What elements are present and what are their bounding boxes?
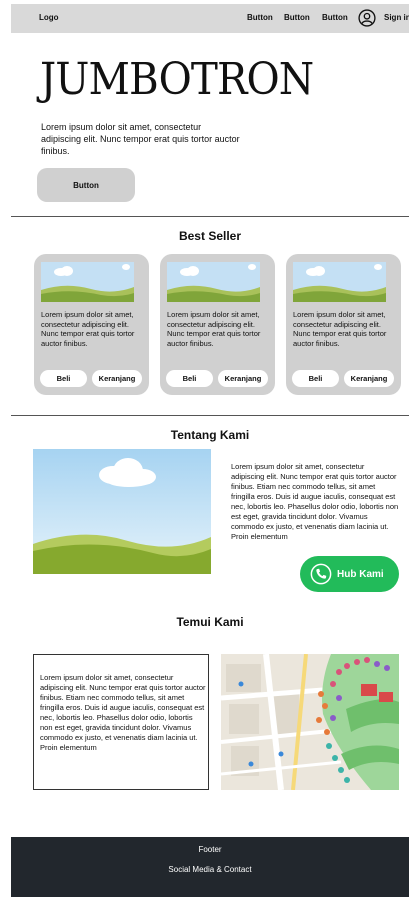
buy-button[interactable]: Beli bbox=[40, 370, 87, 387]
best-seller-title: Best Seller bbox=[178, 229, 242, 243]
navbar: Logo Button Button Button Sign in bbox=[11, 4, 409, 33]
buy-button[interactable]: Beli bbox=[166, 370, 213, 387]
contact-us-button[interactable]: Hub Kami bbox=[300, 556, 399, 592]
phone-icon bbox=[310, 563, 332, 585]
footer-title: Footer bbox=[198, 845, 222, 854]
meet-text-box: Lorem ipsum dolor sit amet, consectetur … bbox=[33, 654, 209, 790]
product-image bbox=[293, 262, 386, 302]
about-title: Tentang Kami bbox=[170, 428, 250, 442]
jumbotron-button[interactable]: Button bbox=[37, 168, 135, 202]
meet-text: Lorem ipsum dolor sit amet, consectetur … bbox=[40, 673, 206, 752]
add-to-cart-button[interactable]: Keranjang bbox=[344, 370, 394, 387]
jumbotron-text: Lorem ipsum dolor sit amet, consectetur … bbox=[41, 122, 240, 156]
user-circle-icon[interactable] bbox=[358, 9, 376, 27]
about-text: Lorem ipsum dolor sit amet, consectetur … bbox=[231, 462, 399, 541]
footer: Footer Social Media & Contact bbox=[11, 837, 409, 897]
location-map[interactable] bbox=[221, 654, 399, 790]
signin-link[interactable]: Sign in bbox=[384, 13, 409, 22]
contact-us-label: Hub Kami bbox=[337, 568, 384, 580]
jumbotron-title: JUMBOTRON bbox=[40, 54, 314, 105]
add-to-cart-button[interactable]: Keranjang bbox=[218, 370, 268, 387]
product-card: Lorem ipsum dolor sit amet, consectetur … bbox=[34, 254, 149, 395]
nav-button-2[interactable]: Button bbox=[284, 13, 310, 22]
buy-button[interactable]: Beli bbox=[292, 370, 339, 387]
nav-button-1[interactable]: Button bbox=[247, 13, 273, 22]
product-description: Lorem ipsum dolor sit amet, consectetur … bbox=[293, 310, 387, 348]
product-card: Lorem ipsum dolor sit amet, consectetur … bbox=[286, 254, 401, 395]
divider bbox=[11, 216, 409, 217]
product-image bbox=[167, 262, 260, 302]
nav-button-3[interactable]: Button bbox=[322, 13, 348, 22]
divider bbox=[11, 415, 409, 416]
about-image bbox=[33, 449, 211, 574]
product-description: Lorem ipsum dolor sit amet, consectetur … bbox=[41, 310, 135, 348]
footer-social-contact[interactable]: Social Media & Contact bbox=[11, 865, 409, 874]
product-image bbox=[41, 262, 134, 302]
add-to-cart-button[interactable]: Keranjang bbox=[92, 370, 142, 387]
product-description: Lorem ipsum dolor sit amet, consectetur … bbox=[167, 310, 261, 348]
meet-title: Temui Kami bbox=[176, 615, 244, 629]
product-card: Lorem ipsum dolor sit amet, consectetur … bbox=[160, 254, 275, 395]
logo[interactable]: Logo bbox=[39, 13, 59, 22]
